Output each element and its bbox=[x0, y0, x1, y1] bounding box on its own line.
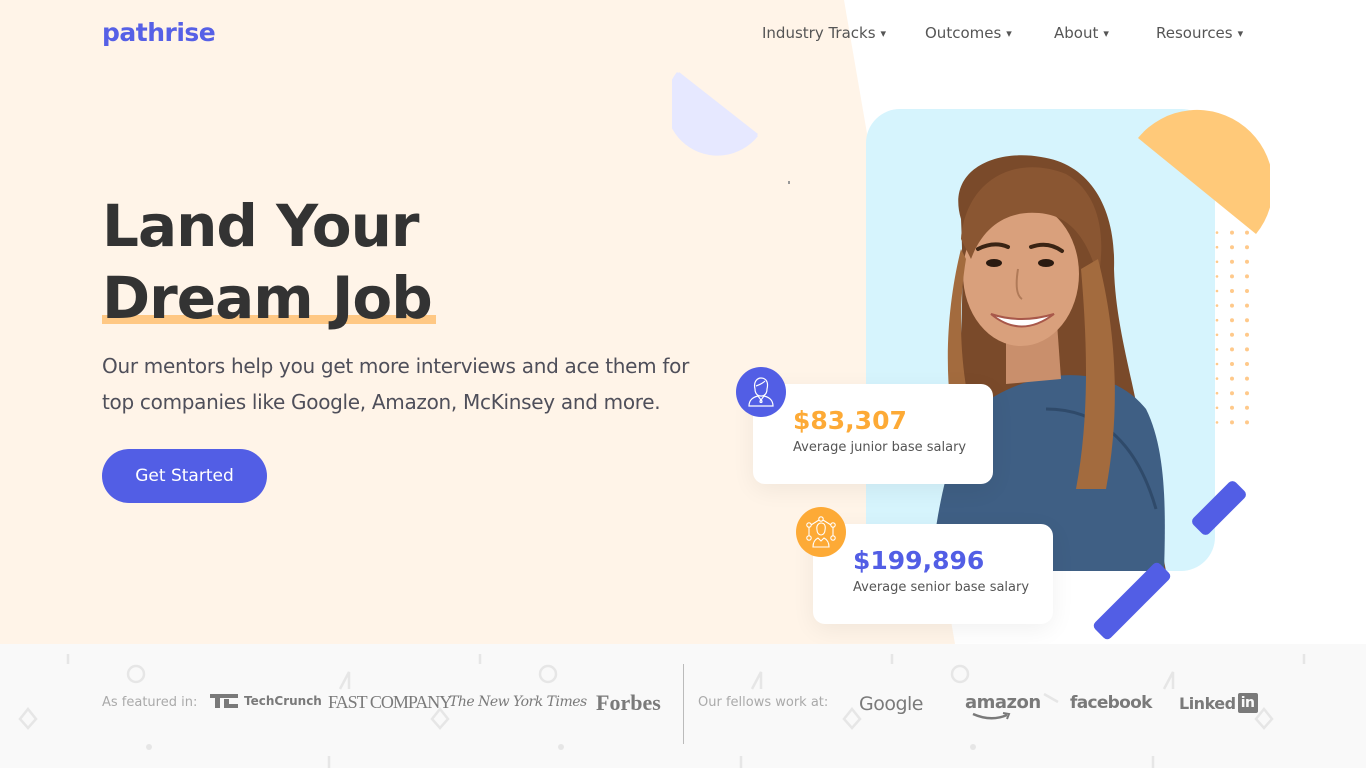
linkedin-text: Linked bbox=[1179, 693, 1236, 713]
junior-salary-value: $83,307 bbox=[793, 406, 907, 435]
caret-down-icon: ▾ bbox=[1103, 26, 1109, 40]
nyt-logo[interactable]: The New York Times bbox=[449, 694, 587, 710]
grid-dot bbox=[1215, 362, 1219, 366]
grid-dot bbox=[1230, 274, 1234, 279]
network-person-icon bbox=[796, 507, 846, 557]
grid-dot bbox=[1245, 318, 1249, 323]
grid-dot bbox=[1215, 377, 1219, 380]
amazon-text: amazon bbox=[965, 692, 1041, 713]
headline-text: Land Your Dream Job bbox=[102, 190, 436, 334]
nav-about[interactable]: About ▾ bbox=[1054, 24, 1156, 42]
grid-dot bbox=[1245, 420, 1249, 425]
grid-dot bbox=[1245, 391, 1249, 396]
grid-dot bbox=[1215, 304, 1219, 307]
strip-divider bbox=[683, 664, 684, 744]
grid-dot bbox=[1230, 318, 1234, 323]
grid-dot bbox=[1230, 259, 1234, 264]
grid-dot bbox=[1215, 333, 1219, 337]
fastcompany-logo[interactable]: FAST COMPANY bbox=[328, 692, 452, 713]
grid-dot bbox=[1230, 245, 1234, 250]
nav-label: About bbox=[1054, 24, 1099, 42]
grid-dot bbox=[1230, 391, 1234, 396]
senior-salary-value: $199,896 bbox=[853, 546, 985, 575]
grid-dot bbox=[1230, 376, 1234, 381]
grid-dot bbox=[1215, 421, 1219, 424]
grid-dot bbox=[1215, 289, 1219, 293]
logo-strip: As featured in: TechCrunch FAST COMPANY … bbox=[0, 644, 1366, 768]
techcrunch-text: TechCrunch bbox=[244, 694, 322, 708]
grid-dot bbox=[1230, 332, 1234, 337]
caret-down-icon: ▾ bbox=[1237, 26, 1244, 40]
tiny-dot-decoration bbox=[788, 181, 790, 184]
grid-dot bbox=[1245, 289, 1249, 293]
amazon-logo[interactable]: amazon bbox=[965, 692, 1041, 720]
grid-dot bbox=[1245, 376, 1249, 381]
forbes-logo[interactable]: Forbes bbox=[596, 690, 661, 716]
grid-dot bbox=[1245, 259, 1249, 264]
linkedin-in-icon: in bbox=[1237, 693, 1258, 713]
hero-headline: Land Your Dream Job bbox=[102, 190, 436, 334]
blue-bar-decoration bbox=[1091, 560, 1173, 642]
grid-dot bbox=[1215, 348, 1219, 351]
caret-down-icon: ▾ bbox=[880, 26, 887, 40]
fellows-work-at-label: Our fellows work at: bbox=[698, 695, 829, 710]
get-started-button[interactable]: Get Started bbox=[102, 449, 267, 503]
grid-dot bbox=[1245, 274, 1249, 279]
grid-dot bbox=[1215, 260, 1219, 264]
nav-label: Industry Tracks bbox=[762, 24, 876, 42]
grid-dot bbox=[1245, 405, 1249, 410]
grid-dot bbox=[1230, 289, 1234, 293]
nav-outcomes[interactable]: Outcomes ▾ bbox=[925, 24, 1054, 42]
techcrunch-logo[interactable]: TechCrunch bbox=[210, 694, 322, 708]
grid-dot bbox=[1215, 275, 1219, 278]
pathrise-logo[interactable]: pathrise bbox=[102, 18, 216, 47]
grid-dot bbox=[1245, 347, 1249, 352]
headline-line-2-wrap: Dream Job bbox=[102, 262, 436, 334]
junior-salary-label: Average junior base salary bbox=[793, 440, 967, 455]
nav-resources[interactable]: Resources ▾ bbox=[1156, 24, 1243, 42]
grid-dot bbox=[1215, 245, 1219, 249]
grid-dot bbox=[1245, 362, 1249, 366]
grid-dot bbox=[1230, 420, 1234, 425]
grid-dot bbox=[1245, 303, 1249, 308]
featured-in-label: As featured in: bbox=[102, 695, 198, 710]
google-logo[interactable]: Google bbox=[859, 693, 924, 715]
facebook-logo[interactable]: facebook bbox=[1070, 693, 1152, 713]
headline-line-2: Dream Job bbox=[102, 264, 433, 332]
nav-label: Outcomes bbox=[925, 24, 1002, 42]
linkedin-logo[interactable]: Linked in bbox=[1179, 693, 1258, 713]
nav-label: Resources bbox=[1156, 24, 1233, 42]
dot-grid-decoration bbox=[1215, 216, 1249, 425]
techcrunch-mark-icon bbox=[210, 694, 238, 708]
grid-dot bbox=[1215, 406, 1219, 410]
woman-profile-icon bbox=[736, 367, 786, 417]
amazon-smile-icon bbox=[972, 712, 1011, 720]
nav-industry-tracks[interactable]: Industry Tracks ▾ bbox=[762, 24, 925, 42]
senior-salary-label: Average senior base salary bbox=[853, 580, 1030, 595]
grid-dot bbox=[1230, 362, 1234, 366]
grid-dot bbox=[1245, 332, 1249, 337]
grid-dot bbox=[1230, 347, 1234, 352]
grid-dot bbox=[1215, 391, 1219, 395]
lavender-half-circle-decoration bbox=[672, 72, 758, 156]
headline-line-1: Land Your bbox=[102, 192, 420, 260]
hero-subtitle: Our mentors help you get more interviews… bbox=[102, 354, 689, 414]
caret-down-icon: ▾ bbox=[1006, 26, 1012, 40]
senior-salary-card: $199,896 Average senior base salary bbox=[813, 524, 1053, 624]
main-nav: Industry Tracks ▾ Outcomes ▾ About ▾ Res… bbox=[762, 24, 1243, 42]
orange-half-circle-decoration bbox=[1138, 109, 1270, 234]
grid-dot bbox=[1230, 405, 1234, 410]
grid-dot bbox=[1230, 303, 1234, 308]
grid-dot bbox=[1245, 245, 1249, 250]
junior-salary-card: $83,307 Average junior base salary bbox=[753, 384, 993, 484]
grid-dot bbox=[1215, 318, 1219, 322]
